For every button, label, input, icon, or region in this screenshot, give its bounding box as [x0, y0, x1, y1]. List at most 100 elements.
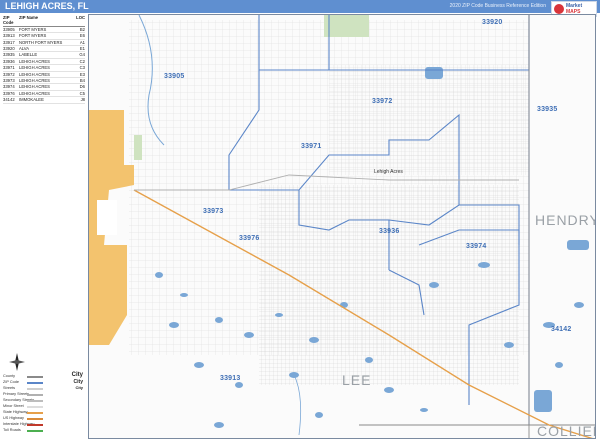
legend-row: Minor Street — [3, 404, 43, 409]
water-body — [155, 272, 163, 278]
legend-row: Streets — [3, 386, 43, 391]
legend-label: Toll Roads — [3, 428, 21, 432]
legend-swatch — [27, 376, 43, 378]
edition-label: 2020 ZIP Code Business Reference Edition — [449, 3, 546, 9]
zip-name: LEHIGH ACRES — [19, 78, 50, 84]
legend-row: ZIP Code — [3, 380, 43, 385]
zip-loc: E1 — [79, 46, 85, 52]
street-grid-dense — [259, 185, 519, 385]
zip-code: 33971 — [3, 65, 15, 71]
legend-swatch — [27, 406, 43, 408]
legend-row: US Highway — [3, 416, 43, 421]
legend-label: State Highway — [3, 410, 28, 414]
zip-loc: D6 — [79, 84, 85, 90]
zip-label: 33935 — [537, 106, 558, 113]
map-legend: County ZIP Code Streets Primary Streets … — [3, 372, 85, 438]
street-grid-dense — [329, 65, 529, 175]
water-body — [214, 422, 224, 428]
zip-loc: B2 — [79, 26, 85, 32]
water-body — [180, 293, 188, 297]
legend-row: County — [3, 374, 43, 379]
legend-row: Toll Roads — [3, 428, 43, 433]
water-body — [215, 317, 223, 323]
zip-code: 33973 — [3, 78, 15, 84]
zip-code: 33920 — [3, 46, 15, 52]
legend-city-label: City — [71, 372, 83, 378]
legend-row: Secondary Streets — [3, 398, 43, 403]
water-body — [574, 302, 584, 308]
table-row: 34142 IMMOKALEE J8 — [3, 97, 85, 104]
water-body — [309, 337, 319, 343]
water-body — [235, 382, 243, 388]
legend-label: Minor Street — [3, 404, 24, 408]
legend-swatch — [27, 418, 43, 420]
water-body — [315, 412, 323, 418]
park-area — [134, 135, 142, 160]
zip-loc: J8 — [80, 97, 85, 103]
legend-swatch — [27, 412, 43, 414]
legend-row: Interstate Highway — [3, 422, 43, 427]
zip-loc: G4 — [79, 52, 85, 58]
water-body — [534, 390, 552, 412]
legend-label: County — [3, 374, 16, 378]
zip-loc: E6 — [79, 33, 85, 39]
zip-label: 33972 — [372, 98, 393, 105]
water-body — [429, 282, 439, 288]
water-body — [567, 240, 589, 250]
water-body — [478, 262, 490, 268]
zip-code: 33917 — [3, 39, 15, 45]
legend-swatch — [27, 382, 43, 384]
zip-label: 33913 — [220, 375, 241, 382]
zip-label: 34142 — [551, 326, 572, 333]
legend-row: Primary Streets — [3, 392, 43, 397]
zip-code: 33935 — [3, 52, 15, 58]
zip-loc: C5 — [79, 90, 85, 96]
zip-code: 33913 — [3, 33, 15, 39]
zip-table-header: ZIP Code ZIP Name LOC — [3, 15, 85, 27]
park-area — [324, 15, 369, 37]
zip-name: LEHIGH ACRES — [19, 65, 50, 71]
zip-label: 33974 — [466, 243, 487, 250]
zip-name: LEHIGH ACRES — [19, 71, 50, 77]
zip-name: LEHIGH ACRES — [19, 90, 50, 96]
zip-name: IMMOKALEE — [19, 97, 44, 103]
city-area-gap — [97, 200, 117, 235]
legend-swatch — [27, 430, 43, 432]
zip-name: FORT MYERS — [19, 26, 47, 32]
zip-header-code: ZIP Code — [3, 15, 14, 26]
zip-loc: E3 — [79, 71, 85, 77]
zip-name: LEHIGH ACRES — [19, 84, 50, 90]
zip-name: FORT MYERS — [19, 33, 47, 39]
county-label-hendry: HENDRY — [535, 212, 596, 228]
zip-label: 33976 — [239, 235, 260, 242]
compass-icon — [9, 353, 25, 371]
zip-header-name: ZIP Name — [19, 15, 39, 20]
logo-mark-icon — [554, 4, 564, 14]
map-canvas: 33920 33905 33972 33935 33971 33973 3397… — [88, 14, 596, 439]
zip-code-table: ZIP Code ZIP Name LOC 33905 FORT MYERS B2 … — [3, 15, 85, 104]
zip-name: LABELLE — [19, 52, 38, 58]
legend-label: US Highway — [3, 416, 24, 420]
zip-code: 33972 — [3, 71, 15, 77]
water-body — [420, 408, 428, 412]
legend-city-label: City — [75, 385, 83, 390]
zip-label: 33973 — [203, 208, 224, 215]
zip-name: ALVA — [19, 46, 30, 52]
water-body — [365, 357, 373, 363]
zip-label: 33971 — [301, 143, 322, 150]
water-body — [244, 332, 254, 338]
zip-label: 33905 — [164, 73, 185, 80]
zip-name: NORTH FORT MYERS — [19, 39, 63, 45]
legend-swatch — [27, 424, 43, 426]
zip-name: LEHIGH ACRES — [19, 58, 50, 64]
water-body — [555, 362, 563, 368]
zip-code: 33974 — [3, 84, 15, 90]
zip-loc: C2 — [79, 58, 85, 64]
water-body — [504, 342, 514, 348]
legend-label: Primary Streets — [3, 392, 30, 396]
zip-code: 33905 — [3, 26, 15, 32]
water-body — [275, 313, 283, 317]
map-title: LEHIGH ACRES, FL — [5, 1, 89, 11]
zip-code: 34142 — [3, 97, 15, 103]
title-bar: LEHIGH ACRES, FL 2020 ZIP Code Business … — [0, 0, 600, 13]
